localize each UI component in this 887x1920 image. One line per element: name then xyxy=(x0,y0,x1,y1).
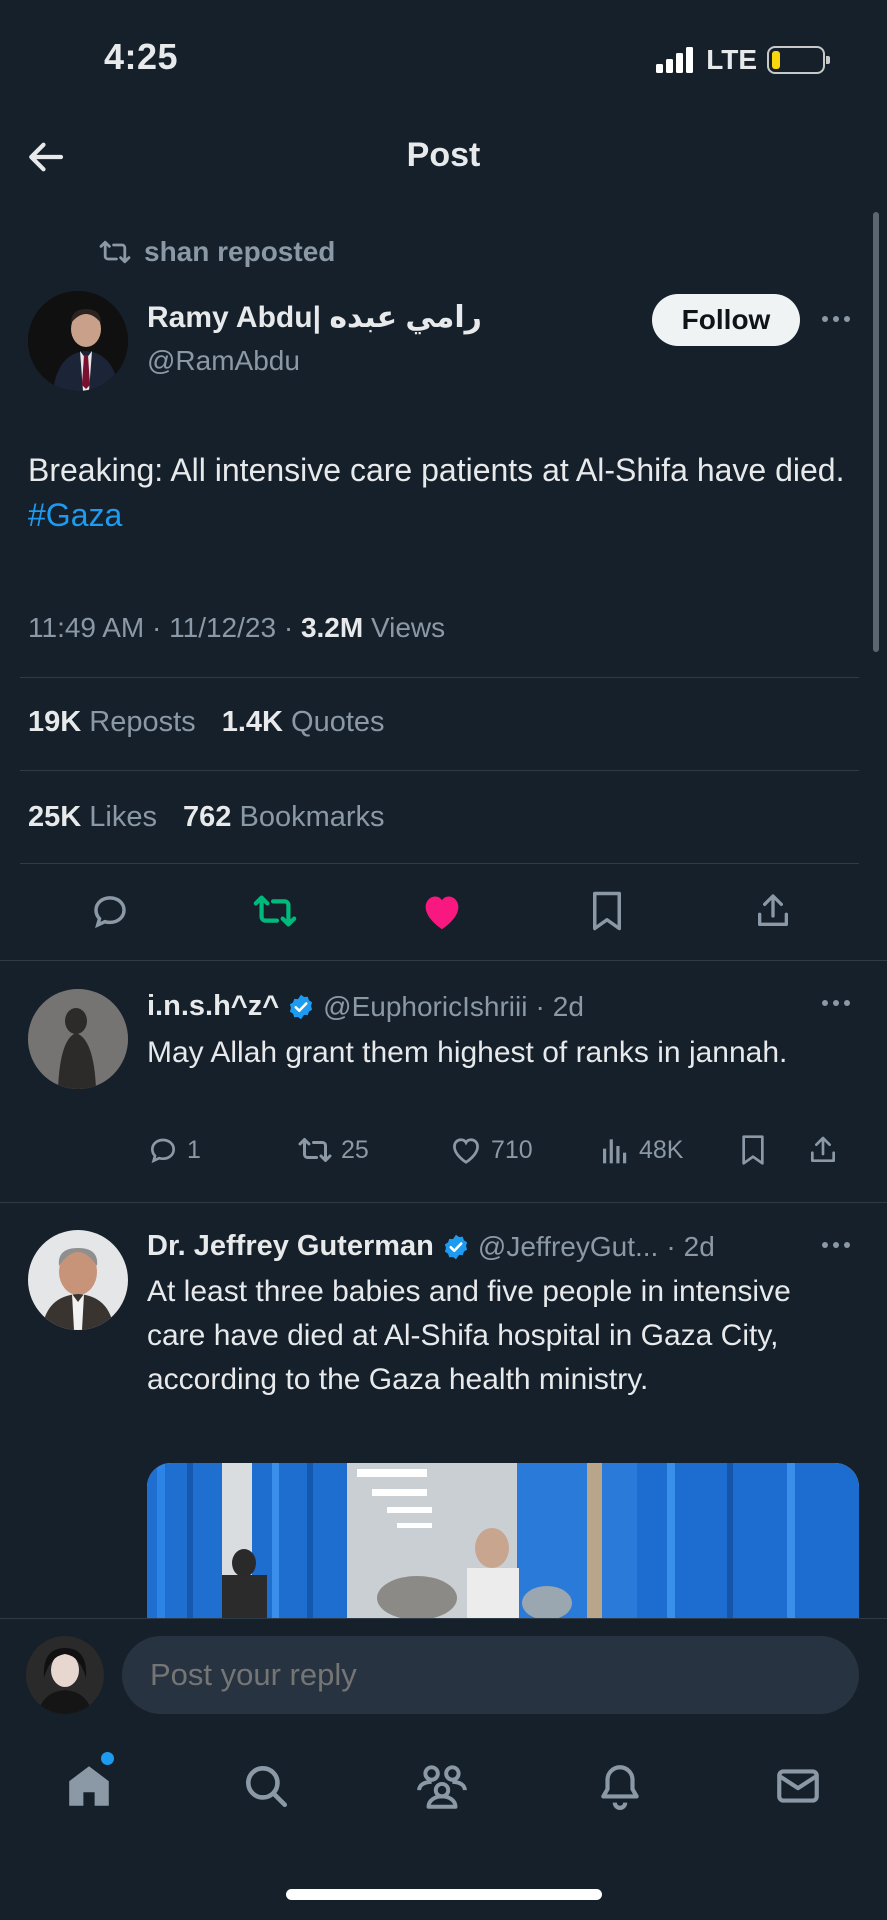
reply-button[interactable] xyxy=(85,886,135,936)
repost-icon xyxy=(298,1138,332,1162)
follow-button[interactable]: Follow xyxy=(652,294,800,346)
reply-bookmark-button[interactable] xyxy=(739,1134,807,1166)
page-title: Post xyxy=(406,136,481,174)
post-meta: 11:49 AM · 11/12/23 · 3.2M Views xyxy=(28,612,446,643)
like-icon xyxy=(425,896,459,930)
views-label: Views xyxy=(370,612,446,643)
quotes-stat[interactable]: 1.4K Quotes xyxy=(222,706,385,738)
likes-label: Likes xyxy=(89,801,157,833)
bookmark-icon xyxy=(742,1135,764,1165)
author-handle[interactable]: @RamAbdu xyxy=(147,345,300,377)
repost-icon xyxy=(253,895,297,927)
more-options-icon[interactable] xyxy=(822,316,850,322)
reposts-count: 19K xyxy=(28,706,82,738)
reply-avatar[interactable] xyxy=(28,989,128,1089)
divider xyxy=(20,863,859,864)
reply-author-handle[interactable]: @JeffreyGut... xyxy=(478,1231,658,1263)
repost-icon xyxy=(99,240,131,264)
post-body: Breaking: All intensive care patients at… xyxy=(28,452,845,488)
notifications-icon xyxy=(601,1765,639,1810)
quotes-label: Quotes xyxy=(291,706,385,738)
repost-context: shan reposted xyxy=(98,236,335,268)
divider xyxy=(0,960,887,961)
more-options-icon[interactable] xyxy=(822,1000,850,1006)
divider xyxy=(20,677,859,678)
home-icon xyxy=(69,1766,109,1806)
reply-input[interactable] xyxy=(122,1636,859,1714)
likes-count: 25K xyxy=(28,801,82,833)
status-indicators: LTE xyxy=(656,44,830,76)
post-time: 11:49 AM xyxy=(28,612,145,643)
views-count: 3.2M xyxy=(300,612,364,643)
reply-header: Dr. Jeffrey Guterman @JeffreyGut... · 2d xyxy=(147,1230,715,1263)
more-options-icon[interactable] xyxy=(822,1242,850,1248)
reposts-stat[interactable]: 19K Reposts xyxy=(28,706,204,738)
network-type: LTE xyxy=(706,44,757,75)
hashtag-link[interactable]: #Gaza xyxy=(28,497,122,533)
share-button[interactable] xyxy=(748,886,798,936)
post-text: Breaking: All intensive care patients at… xyxy=(28,448,858,539)
reply-action-bar: 1 25 710 48K xyxy=(147,1134,859,1166)
share-icon xyxy=(811,1136,835,1162)
reply-repost-button[interactable]: 25 xyxy=(297,1135,449,1165)
analytics-icon xyxy=(603,1139,627,1164)
reply-views-button[interactable]: 48K xyxy=(599,1135,739,1165)
engagement-stats-row-2: 25K Likes 762 Bookmarks xyxy=(28,801,403,834)
reply-header: i.n.s.h^z^ @EuphoricIshriii · 2d xyxy=(147,990,584,1023)
reply-text: May Allah grant them highest of ranks in… xyxy=(147,1036,788,1069)
messages-icon xyxy=(777,1769,819,1803)
reply-author-name[interactable]: Dr. Jeffrey Guterman xyxy=(147,1230,434,1263)
verified-badge-icon xyxy=(444,1234,467,1259)
scrollbar[interactable] xyxy=(873,212,879,652)
repost-label: shan reposted xyxy=(144,236,336,267)
reply-icon xyxy=(150,1138,176,1164)
reply-author-handle[interactable]: @EuphoricIshriii xyxy=(323,991,527,1023)
reply-author-name[interactable]: i.n.s.h^z^ xyxy=(147,990,279,1023)
share-icon xyxy=(758,894,788,926)
tab-search[interactable] xyxy=(238,1758,294,1814)
home-indicator[interactable] xyxy=(286,1889,602,1900)
reposts-label: Reposts xyxy=(89,706,196,738)
bookmarks-stat[interactable]: 762 Bookmarks xyxy=(183,801,385,833)
tab-messages[interactable] xyxy=(770,1758,826,1814)
divider xyxy=(20,770,859,771)
quotes-count: 1.4K xyxy=(221,706,283,738)
bookmark-icon xyxy=(593,891,621,931)
reply-text: At least three babies and five people in… xyxy=(147,1275,791,1397)
bookmark-button[interactable] xyxy=(582,886,632,936)
reply-age: 2d xyxy=(683,1230,715,1262)
reply-like-button[interactable]: 710 xyxy=(449,1135,599,1165)
like-button[interactable] xyxy=(417,886,467,936)
bookmarks-label: Bookmarks xyxy=(239,801,385,833)
like-count: 710 xyxy=(491,1135,533,1164)
repost-button[interactable] xyxy=(250,886,300,936)
likes-stat[interactable]: 25K Likes xyxy=(28,801,165,833)
verified-badge-icon xyxy=(290,994,313,1019)
reply-age: 2d xyxy=(552,990,584,1022)
divider xyxy=(0,1202,887,1203)
tab-notifications[interactable] xyxy=(592,1758,648,1814)
status-time: 4:25 xyxy=(104,36,179,77)
reply-comment-button[interactable]: 1 xyxy=(147,1134,297,1166)
repost-count: 25 xyxy=(341,1135,369,1164)
reply-avatar[interactable] xyxy=(28,1230,128,1330)
signal-icon xyxy=(656,47,694,73)
author-avatar[interactable] xyxy=(28,291,128,391)
communities-icon xyxy=(417,1765,467,1809)
battery-icon xyxy=(767,46,830,74)
reply-count: 1 xyxy=(187,1135,201,1164)
post-date: 11/12/23 xyxy=(169,612,277,643)
search-icon xyxy=(246,1766,288,1808)
reply-share-button[interactable] xyxy=(807,1134,839,1166)
author-name[interactable]: Ramy Abdu| رامي عبده xyxy=(147,300,482,335)
views-count: 48K xyxy=(639,1135,684,1164)
engagement-stats-row-1: 19K Reposts 1.4K Quotes xyxy=(28,706,403,739)
tab-communities[interactable] xyxy=(414,1758,470,1814)
reply-media-image[interactable] xyxy=(147,1463,859,1620)
like-icon xyxy=(453,1138,479,1164)
tab-home[interactable] xyxy=(61,1758,117,1814)
current-user-avatar[interactable] xyxy=(26,1636,104,1714)
reply-icon xyxy=(94,896,126,929)
bookmarks-count: 762 xyxy=(183,801,232,833)
